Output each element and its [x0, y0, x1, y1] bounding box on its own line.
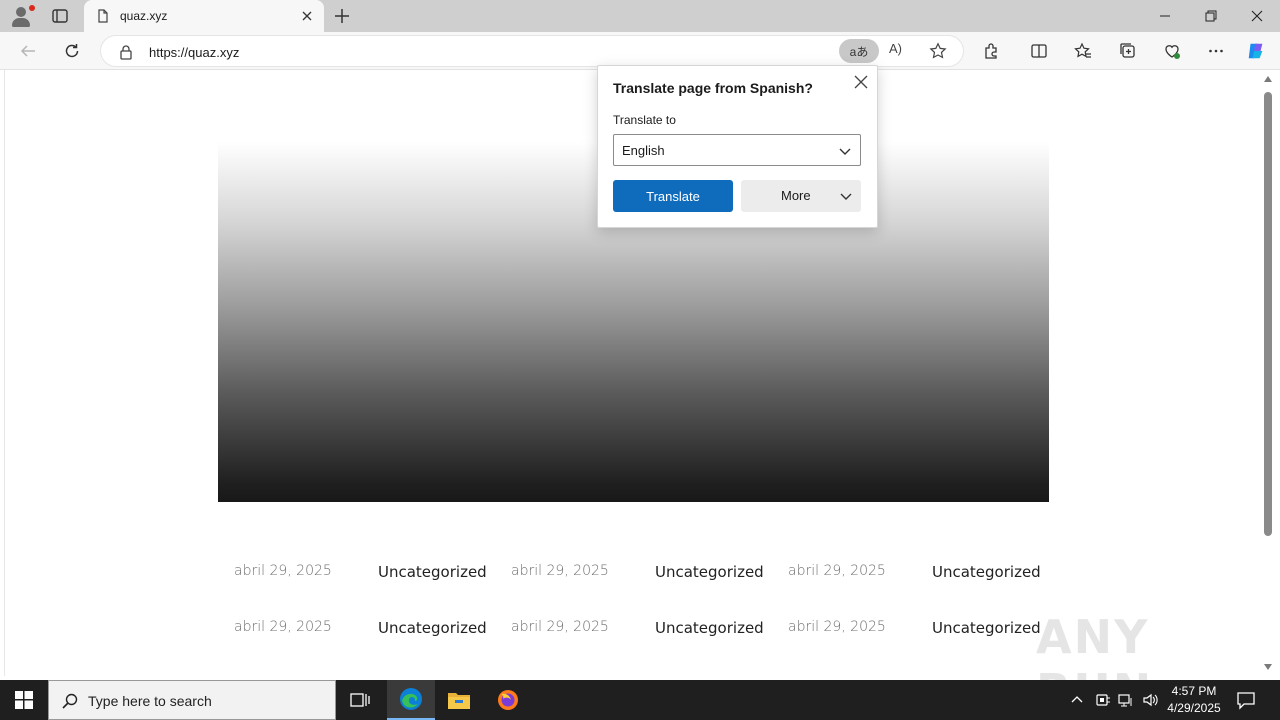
popup-title: Translate page from Spanish? [613, 80, 813, 96]
lock-icon[interactable] [119, 44, 133, 65]
favorites-icon[interactable] [1073, 41, 1093, 61]
read-aloud-icon[interactable]: A) [889, 41, 902, 56]
post-date[interactable]: abril 29, 2025 [788, 563, 886, 579]
split-screen-icon[interactable] [1029, 41, 1049, 61]
url-text[interactable]: https://quaz.xyz [149, 45, 239, 60]
volume-icon[interactable] [1142, 692, 1158, 713]
task-view-icon[interactable] [336, 680, 384, 720]
chevron-down-icon [839, 189, 853, 206]
browser-tab[interactable]: quaz.xyz [84, 0, 324, 32]
profile-avatar[interactable] [8, 4, 36, 28]
selected-language: English [622, 143, 665, 158]
add-favorite-star-icon[interactable] [929, 42, 947, 65]
more-button-label: More [781, 188, 811, 203]
minimize-button[interactable] [1142, 0, 1188, 32]
back-arrow-icon[interactable] [18, 41, 38, 61]
translate-popup: Translate page from Spanish? Translate t… [597, 65, 878, 228]
scroll-down-arrow-icon[interactable] [1264, 664, 1272, 670]
more-options-icon[interactable] [1206, 41, 1226, 61]
file-explorer-icon[interactable] [435, 680, 483, 720]
restore-button[interactable] [1188, 0, 1234, 32]
search-icon [61, 692, 79, 715]
chevron-down-icon [838, 144, 852, 163]
search-placeholder: Type here to search [88, 693, 212, 709]
edge-taskbar-icon[interactable] [387, 680, 435, 720]
post-category[interactable]: Uncategorized [932, 619, 1041, 637]
post-category[interactable]: Uncategorized [378, 619, 487, 637]
vertical-scrollbar[interactable] [1260, 70, 1280, 676]
start-button[interactable] [0, 680, 48, 720]
close-icon[interactable] [853, 74, 869, 90]
post-category[interactable]: Uncategorized [932, 563, 1041, 581]
post-category[interactable]: Uncategorized [655, 563, 764, 581]
meet-now-icon[interactable] [1095, 692, 1111, 713]
taskbar-search-box[interactable]: Type here to search [48, 680, 336, 720]
clock-date: 4/29/2025 [1167, 701, 1221, 715]
post-meta-row: abril 29, 2025 Uncategorized abril 29, 2… [218, 563, 1049, 587]
language-select[interactable]: English [613, 134, 861, 166]
show-hidden-icons-chevron-up-icon[interactable] [1070, 692, 1084, 711]
refresh-icon[interactable] [62, 41, 82, 61]
scroll-up-arrow-icon[interactable] [1264, 76, 1272, 82]
address-bar[interactable]: https://quaz.xyz aあ A) [100, 35, 964, 67]
extensions-icon[interactable] [981, 41, 1001, 61]
tab-actions-icon[interactable] [50, 6, 70, 26]
copilot-icon[interactable] [1246, 41, 1266, 61]
browser-essentials-icon[interactable] [1162, 41, 1182, 61]
post-date[interactable]: abril 29, 2025 [788, 619, 886, 635]
translate-to-label: Translate to [613, 113, 676, 127]
scrollbar-thumb[interactable] [1264, 92, 1272, 536]
close-window-button[interactable] [1234, 0, 1280, 32]
tab-strip: quaz.xyz [0, 0, 1280, 32]
windows-taskbar: Type here to search 4:57 PM 4/29/2025 [0, 680, 1280, 720]
post-category[interactable]: Uncategorized [378, 563, 487, 581]
page-icon [96, 9, 110, 28]
notifications-icon[interactable] [1236, 690, 1256, 715]
translate-icon[interactable]: aあ [839, 39, 879, 63]
clock-time: 4:57 PM [1171, 684, 1217, 698]
post-date[interactable]: abril 29, 2025 [511, 619, 609, 635]
collections-icon[interactable] [1118, 41, 1138, 61]
post-category[interactable]: Uncategorized [655, 619, 764, 637]
translate-button[interactable]: Translate [613, 180, 733, 212]
firefox-icon[interactable] [484, 680, 532, 720]
new-tab-button[interactable] [332, 6, 352, 26]
post-date[interactable]: abril 29, 2025 [234, 563, 332, 579]
post-meta-row: abril 29, 2025 Uncategorized abril 29, 2… [218, 619, 1049, 643]
taskbar-clock[interactable]: 4:57 PM 4/29/2025 [1162, 683, 1226, 717]
post-date[interactable]: abril 29, 2025 [234, 619, 332, 635]
close-tab-icon[interactable] [300, 9, 314, 28]
tab-title: quaz.xyz [120, 9, 168, 23]
more-button[interactable]: More [741, 180, 861, 212]
post-date[interactable]: abril 29, 2025 [511, 563, 609, 579]
network-icon[interactable] [1118, 692, 1134, 713]
